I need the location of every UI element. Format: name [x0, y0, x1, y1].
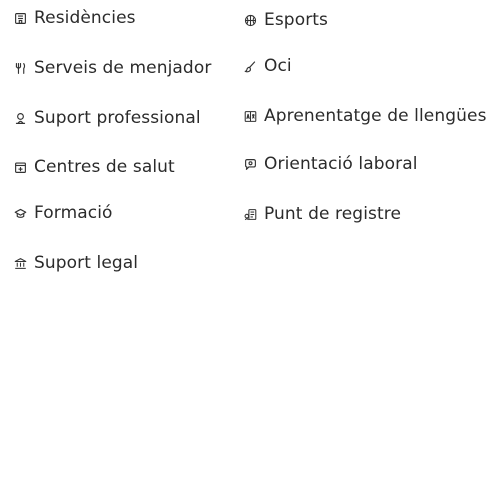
service-link-oci[interactable]: Oci	[242, 55, 292, 77]
service-link-formacio[interactable]: Formació	[12, 202, 113, 224]
fork-knife-icon	[12, 60, 28, 76]
service-link-punt-de-registre[interactable]: Punt de registre	[242, 203, 401, 225]
service-link-suport-legal[interactable]: Suport legal	[12, 252, 138, 274]
medical-plus-icon	[12, 159, 28, 175]
service-label: Oci	[264, 56, 292, 76]
service-label: Formació	[34, 203, 113, 223]
building-icon	[12, 10, 28, 26]
service-link-aprenentatge-de-llengues[interactable]: Aprenentatge de llengües	[242, 105, 487, 127]
courthouse-icon	[12, 255, 28, 271]
service-label: Esports	[264, 10, 329, 30]
service-label: Punt de registre	[264, 204, 402, 224]
registration-icon	[242, 206, 258, 222]
service-link-esports[interactable]: Esports	[242, 9, 328, 31]
speech-bubble-icon	[242, 156, 258, 172]
service-label: Residències	[34, 8, 136, 28]
basketball-icon	[242, 12, 258, 28]
graduation-cap-icon	[12, 205, 28, 221]
service-link-serveis-de-menjador[interactable]: Serveis de menjador	[12, 57, 211, 79]
service-link-suport-professional[interactable]: Suport professional	[12, 107, 201, 129]
service-label: Aprenentatge de llengües	[264, 106, 487, 126]
service-label: Suport professional	[34, 108, 201, 128]
service-link-centres-de-salut[interactable]: Centres de salut	[12, 156, 175, 178]
language-icon	[242, 108, 258, 124]
service-link-orientacio-laboral[interactable]: Orientació laboral	[242, 153, 418, 175]
service-label: Serveis de menjador	[34, 58, 212, 78]
service-label: Suport legal	[34, 253, 139, 273]
service-label: Centres de salut	[34, 157, 175, 177]
paintbrush-icon	[242, 58, 258, 74]
person-support-icon	[12, 110, 28, 126]
service-label: Orientació laboral	[264, 154, 418, 174]
service-link-residencies[interactable]: Residències	[12, 7, 136, 29]
